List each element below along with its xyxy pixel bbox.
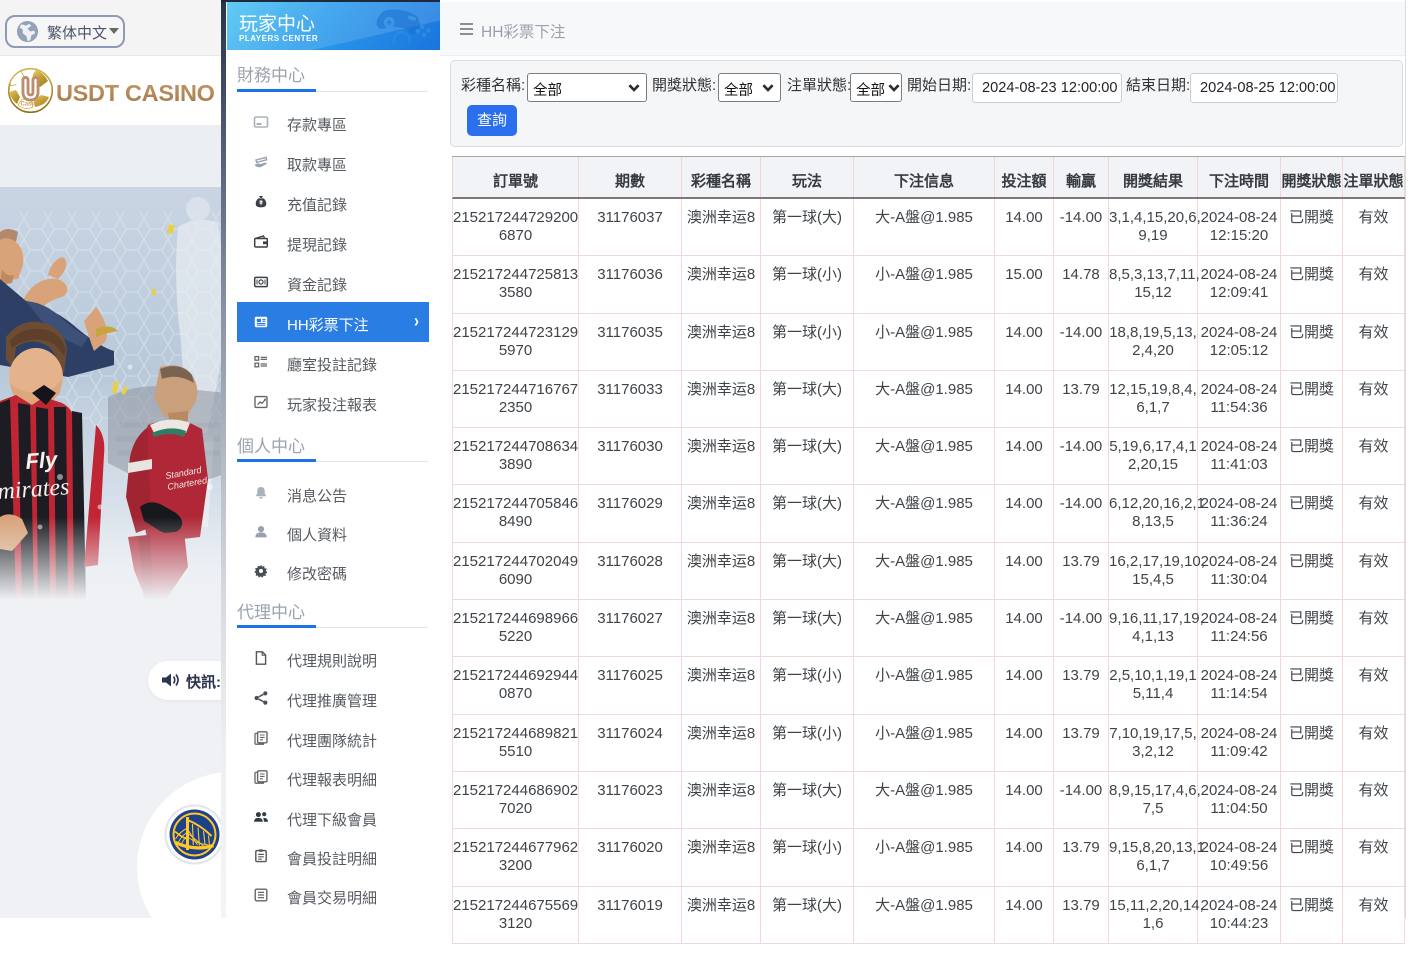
svg-text:Casino: Casino [20, 102, 40, 108]
svg-text:Fly: Fly [25, 447, 60, 474]
